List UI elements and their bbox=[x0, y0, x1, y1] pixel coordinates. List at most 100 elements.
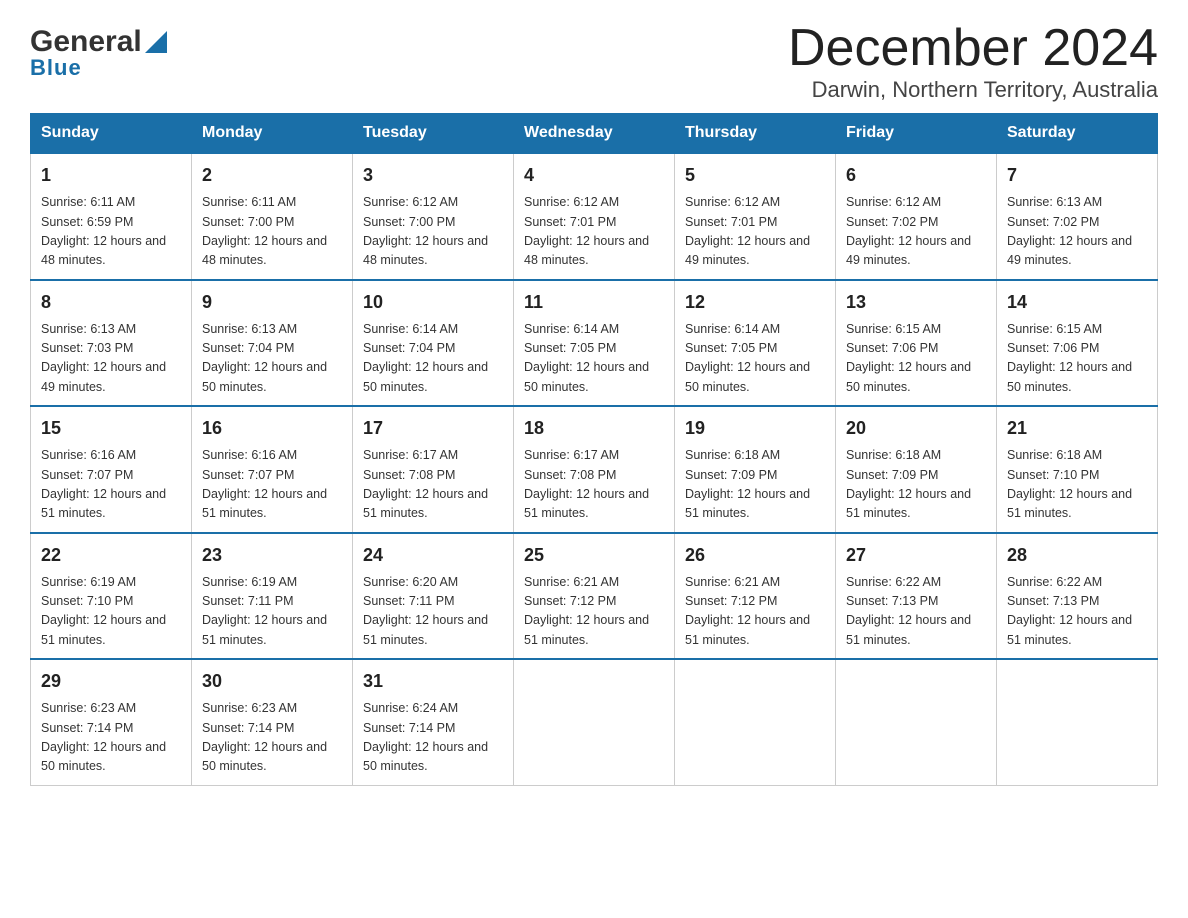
day-info: Sunrise: 6:14 AM Sunset: 7:05 PM Dayligh… bbox=[685, 320, 825, 398]
calendar-cell: 13 Sunrise: 6:15 AM Sunset: 7:06 PM Dayl… bbox=[836, 280, 997, 407]
day-number: 18 bbox=[524, 415, 664, 442]
calendar-header-row: SundayMondayTuesdayWednesdayThursdayFrid… bbox=[31, 114, 1158, 154]
day-number: 2 bbox=[202, 162, 342, 189]
day-info: Sunrise: 6:19 AM Sunset: 7:10 PM Dayligh… bbox=[41, 573, 181, 651]
calendar-week-row: 22 Sunrise: 6:19 AM Sunset: 7:10 PM Dayl… bbox=[31, 533, 1158, 660]
day-number: 8 bbox=[41, 289, 181, 316]
calendar-cell: 28 Sunrise: 6:22 AM Sunset: 7:13 PM Dayl… bbox=[997, 533, 1158, 660]
calendar-cell: 21 Sunrise: 6:18 AM Sunset: 7:10 PM Dayl… bbox=[997, 406, 1158, 533]
day-number: 29 bbox=[41, 668, 181, 695]
calendar-cell: 14 Sunrise: 6:15 AM Sunset: 7:06 PM Dayl… bbox=[997, 280, 1158, 407]
calendar-cell: 1 Sunrise: 6:11 AM Sunset: 6:59 PM Dayli… bbox=[31, 153, 192, 280]
day-info: Sunrise: 6:12 AM Sunset: 7:00 PM Dayligh… bbox=[363, 193, 503, 271]
day-number: 26 bbox=[685, 542, 825, 569]
logo: General Blue bbox=[30, 20, 167, 81]
calendar-cell: 9 Sunrise: 6:13 AM Sunset: 7:04 PM Dayli… bbox=[192, 280, 353, 407]
day-info: Sunrise: 6:23 AM Sunset: 7:14 PM Dayligh… bbox=[41, 699, 181, 777]
day-info: Sunrise: 6:23 AM Sunset: 7:14 PM Dayligh… bbox=[202, 699, 342, 777]
day-header-friday: Friday bbox=[836, 114, 997, 154]
day-number: 24 bbox=[363, 542, 503, 569]
day-number: 27 bbox=[846, 542, 986, 569]
calendar-cell: 31 Sunrise: 6:24 AM Sunset: 7:14 PM Dayl… bbox=[353, 659, 514, 785]
day-number: 4 bbox=[524, 162, 664, 189]
day-number: 28 bbox=[1007, 542, 1147, 569]
calendar-cell: 16 Sunrise: 6:16 AM Sunset: 7:07 PM Dayl… bbox=[192, 406, 353, 533]
calendar-cell: 20 Sunrise: 6:18 AM Sunset: 7:09 PM Dayl… bbox=[836, 406, 997, 533]
calendar-table: SundayMondayTuesdayWednesdayThursdayFrid… bbox=[30, 113, 1158, 786]
calendar-cell: 10 Sunrise: 6:14 AM Sunset: 7:04 PM Dayl… bbox=[353, 280, 514, 407]
calendar-cell: 18 Sunrise: 6:17 AM Sunset: 7:08 PM Dayl… bbox=[514, 406, 675, 533]
day-info: Sunrise: 6:13 AM Sunset: 7:03 PM Dayligh… bbox=[41, 320, 181, 398]
day-info: Sunrise: 6:14 AM Sunset: 7:05 PM Dayligh… bbox=[524, 320, 664, 398]
calendar-week-row: 15 Sunrise: 6:16 AM Sunset: 7:07 PM Dayl… bbox=[31, 406, 1158, 533]
day-number: 15 bbox=[41, 415, 181, 442]
calendar-cell: 19 Sunrise: 6:18 AM Sunset: 7:09 PM Dayl… bbox=[675, 406, 836, 533]
calendar-cell: 12 Sunrise: 6:14 AM Sunset: 7:05 PM Dayl… bbox=[675, 280, 836, 407]
day-number: 11 bbox=[524, 289, 664, 316]
calendar-cell: 30 Sunrise: 6:23 AM Sunset: 7:14 PM Dayl… bbox=[192, 659, 353, 785]
day-number: 22 bbox=[41, 542, 181, 569]
calendar-cell: 22 Sunrise: 6:19 AM Sunset: 7:10 PM Dayl… bbox=[31, 533, 192, 660]
day-header-sunday: Sunday bbox=[31, 114, 192, 154]
day-number: 30 bbox=[202, 668, 342, 695]
calendar-cell: 17 Sunrise: 6:17 AM Sunset: 7:08 PM Dayl… bbox=[353, 406, 514, 533]
day-number: 13 bbox=[846, 289, 986, 316]
calendar-cell: 26 Sunrise: 6:21 AM Sunset: 7:12 PM Dayl… bbox=[675, 533, 836, 660]
day-number: 6 bbox=[846, 162, 986, 189]
day-info: Sunrise: 6:22 AM Sunset: 7:13 PM Dayligh… bbox=[846, 573, 986, 651]
day-info: Sunrise: 6:17 AM Sunset: 7:08 PM Dayligh… bbox=[363, 446, 503, 524]
day-info: Sunrise: 6:13 AM Sunset: 7:02 PM Dayligh… bbox=[1007, 193, 1147, 271]
day-number: 23 bbox=[202, 542, 342, 569]
calendar-cell: 3 Sunrise: 6:12 AM Sunset: 7:00 PM Dayli… bbox=[353, 153, 514, 280]
calendar-cell: 4 Sunrise: 6:12 AM Sunset: 7:01 PM Dayli… bbox=[514, 153, 675, 280]
calendar-week-row: 8 Sunrise: 6:13 AM Sunset: 7:03 PM Dayli… bbox=[31, 280, 1158, 407]
day-number: 21 bbox=[1007, 415, 1147, 442]
calendar-cell: 6 Sunrise: 6:12 AM Sunset: 7:02 PM Dayli… bbox=[836, 153, 997, 280]
calendar-cell bbox=[514, 659, 675, 785]
day-number: 1 bbox=[41, 162, 181, 189]
day-header-saturday: Saturday bbox=[997, 114, 1158, 154]
calendar-cell bbox=[997, 659, 1158, 785]
day-number: 31 bbox=[363, 668, 503, 695]
day-info: Sunrise: 6:12 AM Sunset: 7:01 PM Dayligh… bbox=[524, 193, 664, 271]
day-number: 14 bbox=[1007, 289, 1147, 316]
calendar-cell: 24 Sunrise: 6:20 AM Sunset: 7:11 PM Dayl… bbox=[353, 533, 514, 660]
day-number: 20 bbox=[846, 415, 986, 442]
day-header-monday: Monday bbox=[192, 114, 353, 154]
calendar-cell: 27 Sunrise: 6:22 AM Sunset: 7:13 PM Dayl… bbox=[836, 533, 997, 660]
logo-arrow-icon bbox=[145, 31, 167, 58]
calendar-cell: 8 Sunrise: 6:13 AM Sunset: 7:03 PM Dayli… bbox=[31, 280, 192, 407]
calendar-cell: 29 Sunrise: 6:23 AM Sunset: 7:14 PM Dayl… bbox=[31, 659, 192, 785]
day-info: Sunrise: 6:11 AM Sunset: 6:59 PM Dayligh… bbox=[41, 193, 181, 271]
page-subtitle: Darwin, Northern Territory, Australia bbox=[788, 77, 1158, 103]
calendar-cell bbox=[675, 659, 836, 785]
day-info: Sunrise: 6:16 AM Sunset: 7:07 PM Dayligh… bbox=[202, 446, 342, 524]
day-info: Sunrise: 6:18 AM Sunset: 7:09 PM Dayligh… bbox=[685, 446, 825, 524]
calendar-week-row: 29 Sunrise: 6:23 AM Sunset: 7:14 PM Dayl… bbox=[31, 659, 1158, 785]
day-info: Sunrise: 6:15 AM Sunset: 7:06 PM Dayligh… bbox=[1007, 320, 1147, 398]
day-info: Sunrise: 6:22 AM Sunset: 7:13 PM Dayligh… bbox=[1007, 573, 1147, 651]
page-header: General Blue December 2024 Darwin, North… bbox=[30, 20, 1158, 103]
day-info: Sunrise: 6:15 AM Sunset: 7:06 PM Dayligh… bbox=[846, 320, 986, 398]
day-info: Sunrise: 6:18 AM Sunset: 7:10 PM Dayligh… bbox=[1007, 446, 1147, 524]
day-info: Sunrise: 6:18 AM Sunset: 7:09 PM Dayligh… bbox=[846, 446, 986, 524]
calendar-cell: 15 Sunrise: 6:16 AM Sunset: 7:07 PM Dayl… bbox=[31, 406, 192, 533]
day-info: Sunrise: 6:24 AM Sunset: 7:14 PM Dayligh… bbox=[363, 699, 503, 777]
day-info: Sunrise: 6:12 AM Sunset: 7:01 PM Dayligh… bbox=[685, 193, 825, 271]
day-info: Sunrise: 6:14 AM Sunset: 7:04 PM Dayligh… bbox=[363, 320, 503, 398]
day-header-wednesday: Wednesday bbox=[514, 114, 675, 154]
day-info: Sunrise: 6:20 AM Sunset: 7:11 PM Dayligh… bbox=[363, 573, 503, 651]
day-header-thursday: Thursday bbox=[675, 114, 836, 154]
day-info: Sunrise: 6:17 AM Sunset: 7:08 PM Dayligh… bbox=[524, 446, 664, 524]
day-header-tuesday: Tuesday bbox=[353, 114, 514, 154]
day-number: 19 bbox=[685, 415, 825, 442]
day-number: 5 bbox=[685, 162, 825, 189]
calendar-cell: 7 Sunrise: 6:13 AM Sunset: 7:02 PM Dayli… bbox=[997, 153, 1158, 280]
day-number: 3 bbox=[363, 162, 503, 189]
day-number: 7 bbox=[1007, 162, 1147, 189]
day-info: Sunrise: 6:12 AM Sunset: 7:02 PM Dayligh… bbox=[846, 193, 986, 271]
calendar-cell bbox=[836, 659, 997, 785]
day-number: 9 bbox=[202, 289, 342, 316]
page-title: December 2024 bbox=[788, 20, 1158, 77]
day-number: 16 bbox=[202, 415, 342, 442]
